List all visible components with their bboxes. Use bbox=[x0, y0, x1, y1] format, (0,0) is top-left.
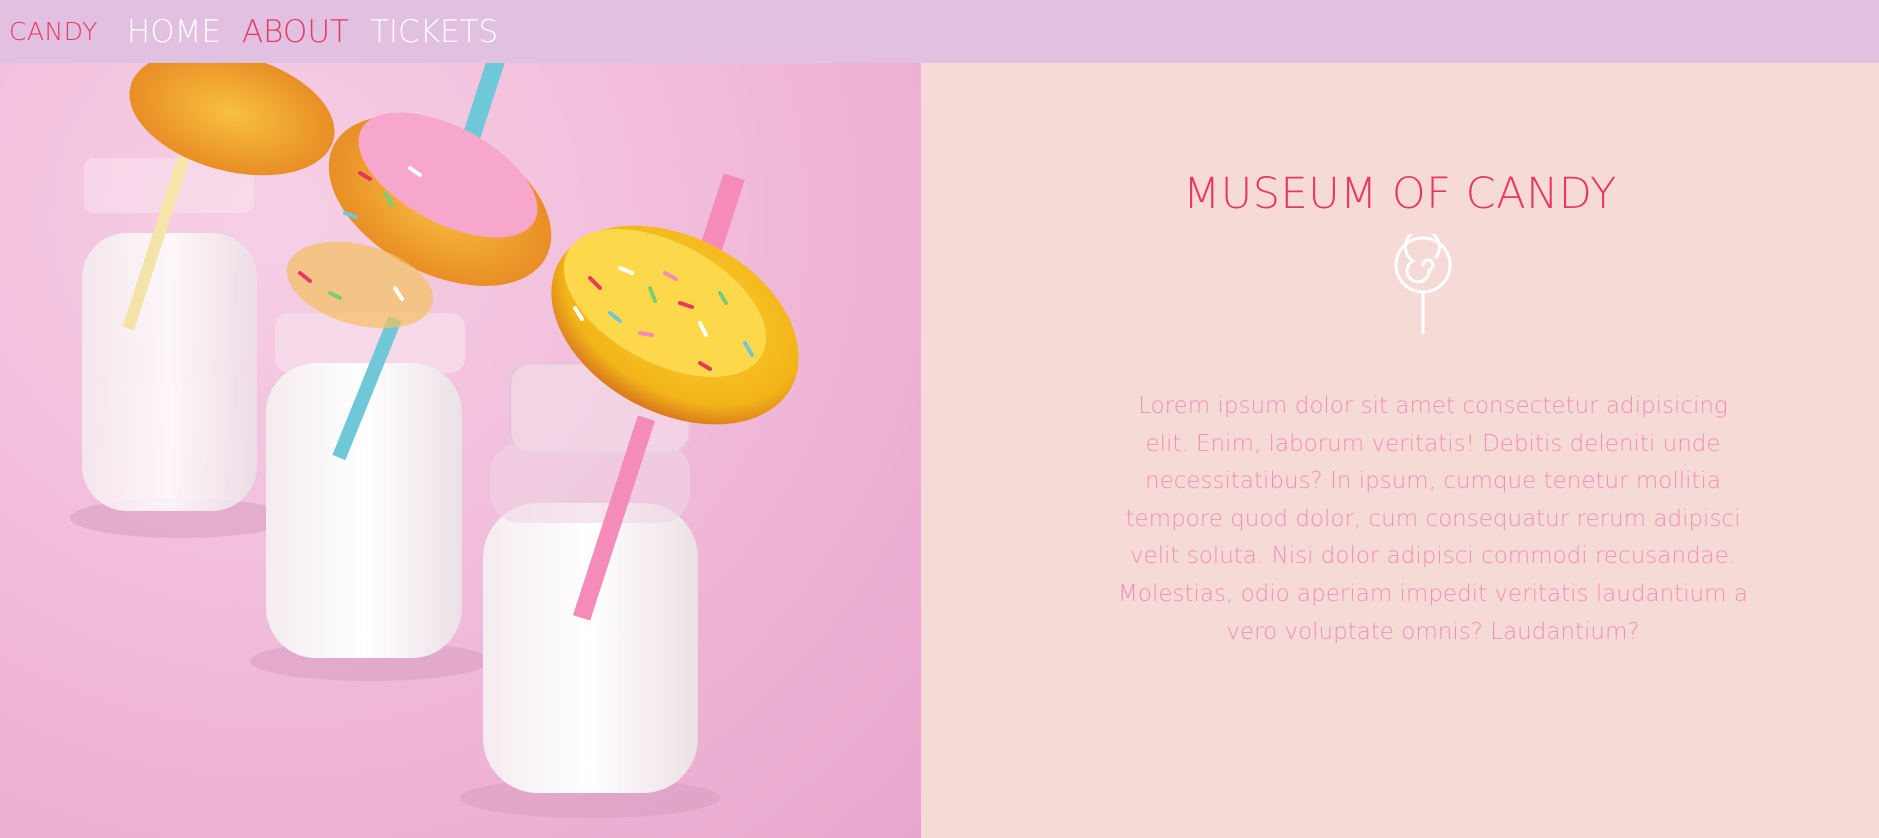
nav-link-about[interactable]: ABOUT bbox=[242, 14, 349, 50]
top-navbar: CANDY HOME ABOUT TICKETS bbox=[0, 0, 1879, 63]
nav-link-tickets[interactable]: TICKETS bbox=[370, 14, 498, 50]
brand-logo-text[interactable]: CANDY bbox=[9, 17, 98, 46]
donuts-milk-bottles-illustration bbox=[70, 63, 799, 818]
milk-bottle-3 bbox=[483, 361, 698, 793]
page-title: MUSEUM OF CANDY bbox=[1183, 168, 1617, 219]
museum-description: Lorem ipsum dolor sit amet consectetur a… bbox=[1118, 393, 1748, 645]
about-panel: MUSEUM OF CANDY Lorem ipsum dolor sit am… bbox=[921, 63, 1879, 838]
milk-bottle-2 bbox=[266, 313, 465, 658]
milk-bottle-1 bbox=[82, 155, 257, 511]
lollipop-icon bbox=[1390, 228, 1456, 340]
hero-photo bbox=[0, 63, 921, 838]
nav-link-home[interactable]: HOME bbox=[127, 14, 221, 50]
